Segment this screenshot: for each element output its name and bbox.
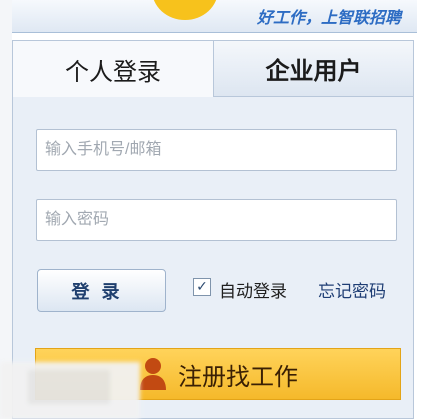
login-button[interactable]: 登录 — [37, 269, 166, 312]
phone-email-input[interactable] — [36, 129, 397, 171]
tab-bar: 个人登录 企业用户 — [13, 41, 413, 97]
person-icon — [140, 358, 166, 390]
tab-enterprise-user[interactable]: 企业用户 — [214, 41, 413, 97]
slogan: 好工作，上智联招聘 — [256, 8, 401, 27]
right-gutter — [421, 0, 447, 419]
left-gutter — [0, 0, 12, 419]
password-input[interactable] — [36, 199, 397, 241]
auto-login-checkbox[interactable]: ✓ — [193, 278, 211, 296]
forgot-password-link[interactable]: 忘记密码 — [318, 277, 386, 302]
tab-personal-login[interactable]: 个人登录 — [13, 41, 214, 97]
blurred-overlay — [0, 362, 140, 419]
blurred-block — [28, 370, 110, 404]
auto-login-label[interactable]: 自动登录 — [219, 277, 287, 302]
logo-circle — [152, 0, 218, 20]
register-label: 注册找工作 — [178, 362, 298, 391]
header-banner: 好工作，上智联招聘 — [12, 0, 417, 33]
checkmark-icon: ✓ — [196, 279, 208, 295]
